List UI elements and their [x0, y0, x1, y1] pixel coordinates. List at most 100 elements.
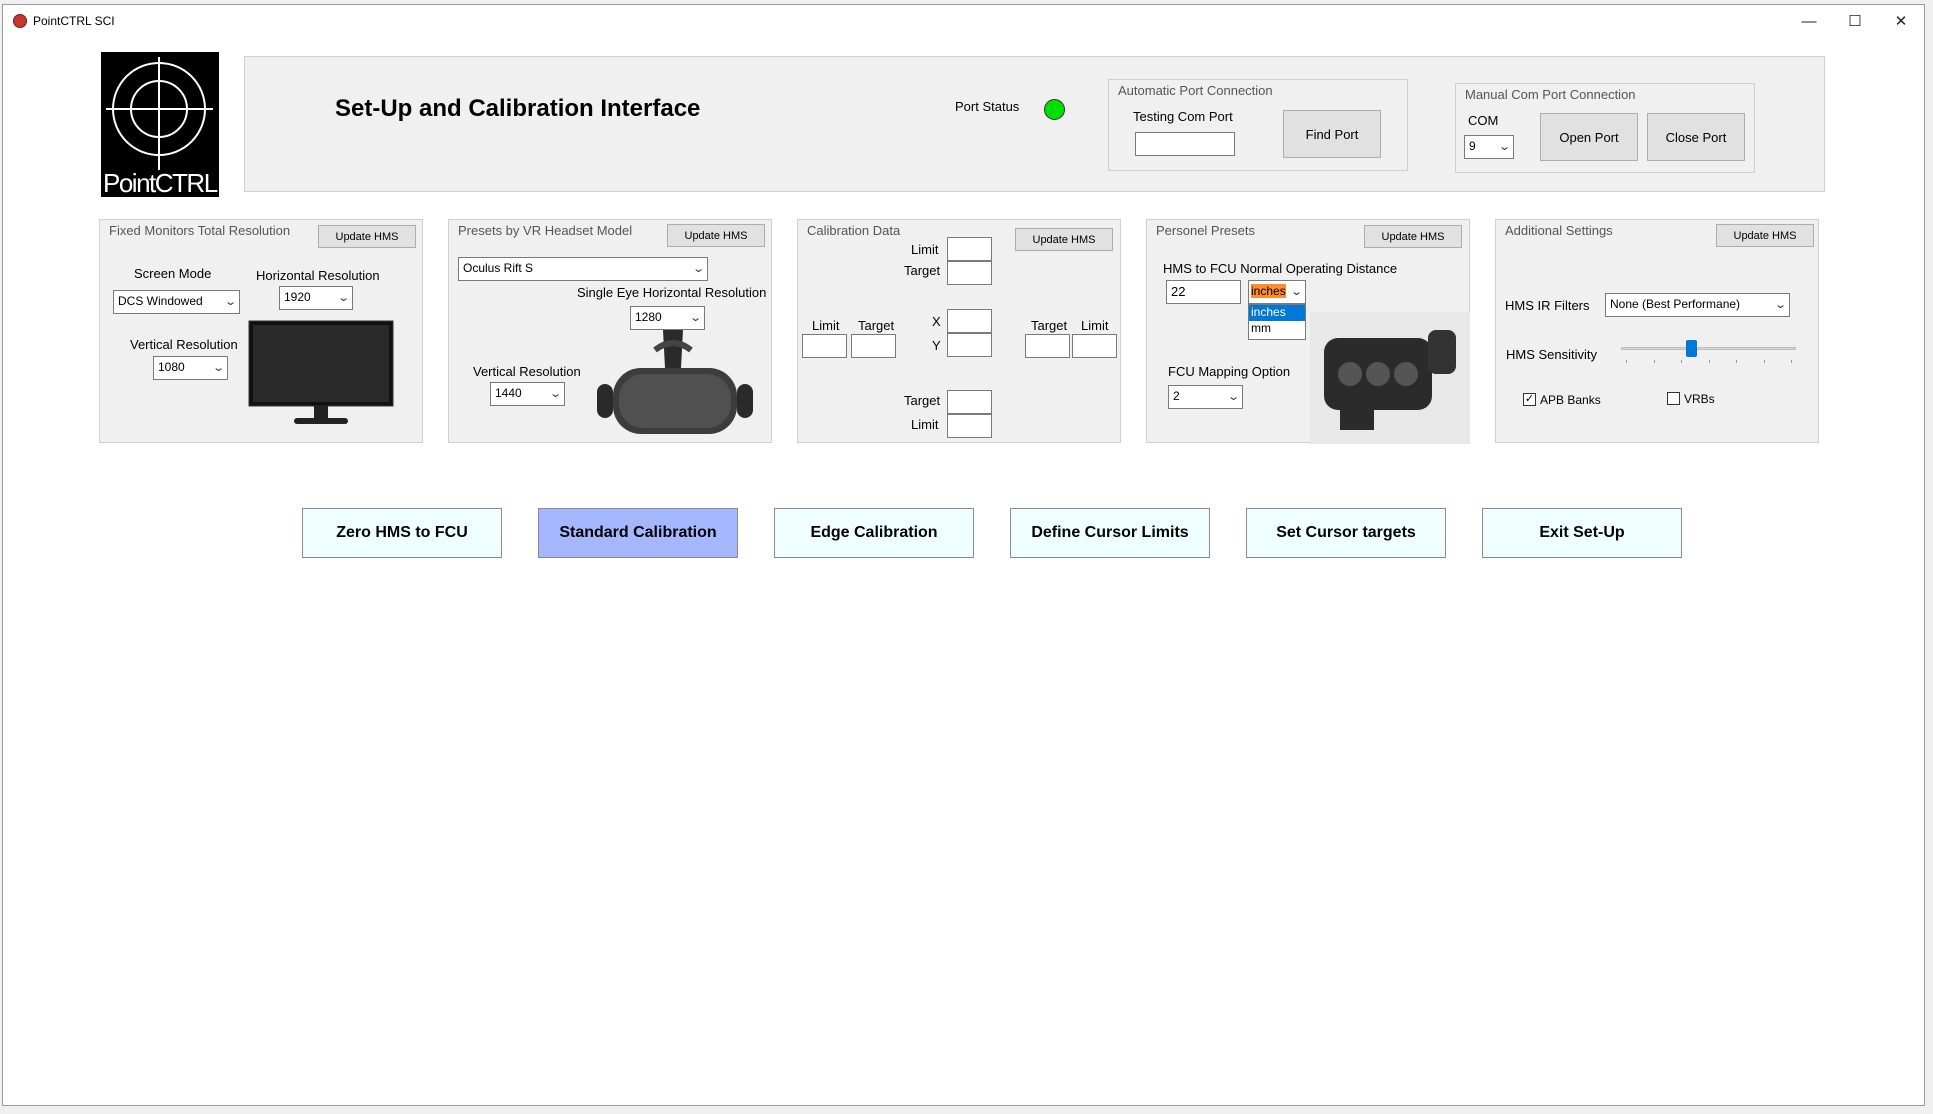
operating-distance-field[interactable]: 22	[1166, 280, 1241, 304]
vr-headset-image	[597, 330, 753, 434]
slider-tick	[1763, 360, 1765, 363]
set-cursor-targets-button[interactable]: Set Cursor targets	[1246, 508, 1446, 558]
right-target-label: Target	[1031, 318, 1068, 333]
vr-vertical-resolution-label: Vertical Resolution	[473, 364, 581, 379]
bottom-target-label: Target	[904, 393, 941, 408]
manual-port-group-label: Manual Com Port Connection	[1465, 87, 1636, 102]
update-hms-button[interactable]: Update HMS	[1364, 225, 1462, 248]
app-icon	[13, 14, 27, 28]
chevron-down-icon: ⌄	[1773, 299, 1787, 311]
testing-com-port-label: Testing Com Port	[1133, 109, 1233, 124]
top-limit-label: Limit	[911, 242, 939, 257]
testing-com-port-field[interactable]	[1135, 132, 1235, 156]
horizontal-resolution-select[interactable]: 1920 ⌄	[279, 286, 353, 310]
right-target-field[interactable]	[1025, 334, 1070, 358]
chevron-down-icon: ⌄	[688, 312, 702, 324]
right-limit-field[interactable]	[1072, 334, 1117, 358]
chevron-down-icon: ⌄	[223, 296, 237, 308]
additional-settings-panel: Additional Settings Update HMS HMS IR Fi…	[1495, 219, 1819, 443]
y-field[interactable]	[947, 333, 992, 357]
chevron-down-icon: ⌄	[1497, 141, 1511, 153]
personel-presets-group-label: Personel Presets	[1156, 223, 1255, 238]
bottom-limit-label: Limit	[911, 417, 939, 432]
find-port-button[interactable]: Find Port	[1283, 110, 1381, 158]
left-limit-label: Limit	[812, 318, 840, 333]
chevron-down-icon: ⌄	[1289, 286, 1303, 298]
screen-mode-label: Screen Mode	[134, 266, 212, 281]
auto-port-group: Automatic Port Connection Testing Com Po…	[1108, 79, 1408, 171]
chevron-down-icon: ⌄	[1226, 391, 1240, 403]
bottom-target-field[interactable]	[947, 390, 992, 414]
maximize-button[interactable]: ☐	[1832, 5, 1878, 37]
left-target-field[interactable]	[851, 334, 896, 358]
update-hms-button[interactable]: Update HMS	[318, 225, 416, 248]
sensitivity-slider-track[interactable]	[1621, 347, 1796, 350]
edge-calibration-button[interactable]: Edge Calibration	[774, 508, 974, 558]
vr-presets-group-label: Presets by VR Headset Model	[458, 223, 633, 238]
manual-port-group: Manual Com Port Connection COM 9 ⌄ Open P…	[1455, 83, 1755, 173]
hms-ir-filters-select[interactable]: None (Best Performane) ⌄	[1605, 293, 1790, 317]
vr-headset-select[interactable]: Oculus Rift S ⌄	[458, 257, 708, 281]
define-cursor-limits-button[interactable]: Define Cursor Limits	[1010, 508, 1210, 558]
sensitivity-slider-thumb[interactable]	[1686, 340, 1697, 357]
screen-mode-select[interactable]: DCS Windowed ⌄	[113, 290, 240, 314]
top-target-field[interactable]	[947, 261, 992, 285]
vr-presets-panel: Presets by VR Headset Model Update HMS O…	[448, 219, 772, 443]
auto-port-group-label: Automatic Port Connection	[1118, 83, 1273, 98]
chevron-down-icon: ⌄	[691, 263, 705, 275]
slider-tick	[1791, 360, 1792, 363]
unit-option-inches[interactable]: inches	[1249, 305, 1305, 321]
standard-calibration-button[interactable]: Standard Calibration	[538, 508, 738, 558]
minimize-button[interactable]: —	[1786, 5, 1832, 37]
vrbs-checkbox[interactable]	[1667, 392, 1680, 405]
hms-sensitivity-label: HMS Sensitivity	[1506, 347, 1598, 362]
chevron-down-icon: ⌄	[211, 362, 225, 374]
bottom-limit-field[interactable]	[947, 414, 992, 438]
distance-unit-select[interactable]: inches ⌄	[1248, 280, 1306, 304]
update-hms-button[interactable]: Update HMS	[1716, 224, 1814, 247]
window-title: PointCTRL SCI	[33, 14, 115, 28]
chevron-down-icon: ⌄	[336, 292, 350, 304]
calibration-group-label: Calibration Data	[807, 223, 901, 238]
port-status-label: Port Status	[955, 99, 1020, 114]
single-eye-resolution-select[interactable]: 1280 ⌄	[630, 306, 705, 330]
vertical-resolution-select[interactable]: 1080 ⌄	[153, 356, 228, 380]
fixed-monitors-group-label: Fixed Monitors Total Resolution	[109, 223, 291, 238]
vertical-resolution-label: Vertical Resolution	[130, 337, 238, 352]
x-field[interactable]	[947, 309, 992, 333]
sensitivity-slider-ticks	[1626, 360, 1792, 364]
distance-unit-dropdown-list: inches mm	[1248, 304, 1306, 340]
additional-settings-group-label: Additional Settings	[1505, 223, 1613, 238]
header-panel: Set-Up and Calibration Interface Port St…	[244, 56, 1825, 192]
right-limit-label: Limit	[1081, 318, 1109, 333]
update-hms-button[interactable]: Update HMS	[1015, 228, 1113, 251]
update-hms-button[interactable]: Update HMS	[667, 224, 765, 247]
slider-tick	[1681, 360, 1682, 363]
apb-banks-checkbox[interactable]: ✓	[1523, 393, 1536, 406]
logo-text: PointCTRL	[103, 168, 218, 197]
main-content	[3, 37, 1924, 1105]
close-port-button[interactable]: Close Port	[1647, 113, 1745, 161]
operating-distance-label: HMS to FCU Normal Operating Distance	[1163, 261, 1398, 276]
fcu-mapping-select[interactable]: 2 ⌄	[1168, 385, 1243, 409]
slider-tick	[1736, 360, 1737, 363]
left-limit-field[interactable]	[802, 334, 847, 358]
com-label: COM	[1468, 113, 1499, 128]
title-bar: PointCTRL SCI — ☐ ✕	[3, 5, 1924, 37]
top-limit-field[interactable]	[947, 237, 992, 261]
exit-setup-button[interactable]: Exit Set-Up	[1482, 508, 1682, 558]
x-label: X	[932, 314, 941, 329]
open-port-button[interactable]: Open Port	[1540, 113, 1638, 161]
monitor-image	[248, 320, 394, 424]
slider-tick	[1653, 360, 1655, 363]
close-button[interactable]: ✕	[1878, 5, 1924, 37]
apb-banks-label: APB Banks	[1540, 393, 1601, 407]
chevron-down-icon: ⌄	[548, 388, 562, 400]
hms-ir-filters-label: HMS IR Filters	[1505, 298, 1590, 313]
zero-hms-button[interactable]: Zero HMS to FCU	[302, 508, 502, 558]
unit-option-mm[interactable]: mm	[1249, 321, 1305, 337]
port-status-indicator	[1044, 99, 1065, 120]
com-port-select[interactable]: 9 ⌄	[1464, 135, 1514, 159]
vrbs-label: VRBs	[1684, 392, 1715, 406]
vr-vertical-resolution-select[interactable]: 1440 ⌄	[490, 382, 565, 406]
